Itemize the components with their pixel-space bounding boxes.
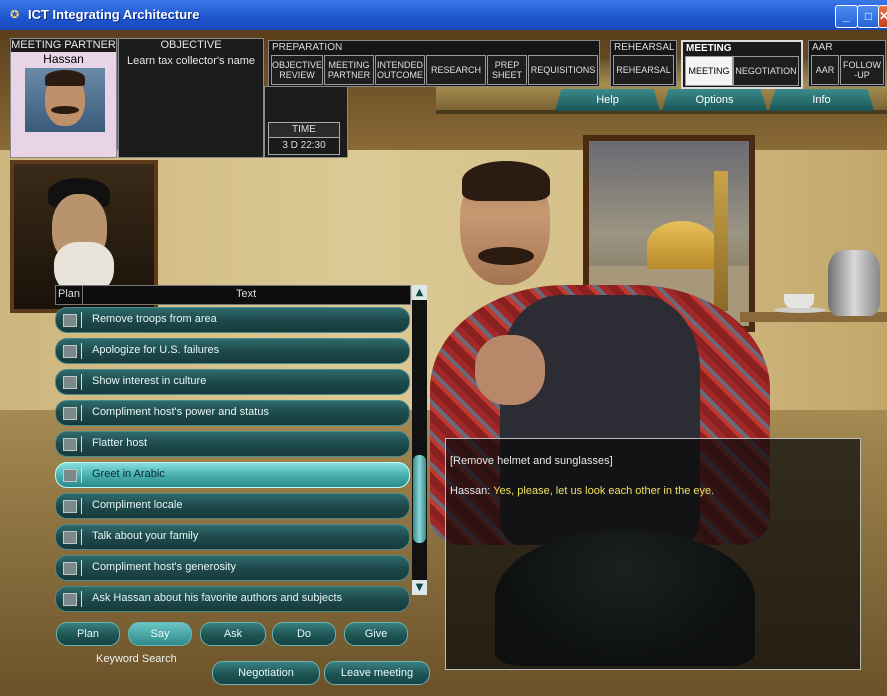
meeting-partner-header: MEETING PARTNER — [11, 39, 116, 52]
nav-rehearsal-header: REHEARSAL — [614, 42, 675, 53]
action-list-item[interactable]: Talk about your family — [55, 524, 410, 550]
meeting-partner-name: Hassan — [11, 52, 116, 66]
scroll-down-icon[interactable]: ▼ — [412, 580, 427, 595]
objective-header: OBJECTIVE — [160, 39, 222, 51]
nav-aar: AAR AAR FOLLOW -UP — [808, 40, 886, 87]
action-list-item[interactable]: Show interest in culture — [55, 369, 410, 395]
dialog-speaker: Hassan: — [450, 485, 491, 497]
give-button[interactable]: Give — [344, 622, 408, 646]
close-button[interactable]: ✕ — [878, 5, 887, 28]
plan-checkbox[interactable] — [63, 314, 77, 327]
nav-preparation: PREPARATION OBJECTIVE REVIEW MEETING PAR… — [268, 40, 600, 87]
action-list-item-label: Show interest in culture — [92, 375, 207, 387]
row-divider — [81, 374, 82, 390]
do-button[interactable]: Do — [272, 622, 336, 646]
row-divider — [81, 343, 82, 359]
scroll-thumb[interactable] — [413, 455, 426, 543]
action-list-item[interactable]: Compliment host's power and status — [55, 400, 410, 426]
row-divider — [81, 560, 82, 576]
nav-meeting-button[interactable]: MEETING — [685, 56, 733, 86]
row-divider — [81, 591, 82, 607]
time-header: TIME — [268, 122, 340, 138]
action-list-item-label: Remove troops from area — [92, 313, 217, 325]
nav-requisitions[interactable]: REQUISITIONS — [528, 55, 598, 85]
nav-objective-review[interactable]: OBJECTIVE REVIEW — [271, 55, 323, 85]
action-list-item-label: Talk about your family — [92, 530, 199, 542]
plan-checkbox[interactable] — [63, 531, 77, 544]
action-list-item-label: Compliment locale — [92, 499, 183, 511]
negotiation-button[interactable]: Negotiation — [212, 661, 320, 685]
leave-meeting-button[interactable]: Leave meeting — [324, 661, 430, 685]
nav-follow-up[interactable]: FOLLOW -UP — [840, 55, 884, 85]
window-title: ICT Integrating Architecture — [28, 7, 200, 22]
row-divider — [81, 312, 82, 328]
action-list-item-label: Ask Hassan about his favorite authors an… — [92, 592, 343, 604]
maximize-button[interactable]: □ — [857, 5, 880, 28]
nav-prep-sheet[interactable]: PREP SHEET — [487, 55, 527, 85]
avatar — [25, 68, 105, 132]
meeting-partner-box: MEETING PARTNER Hassan — [10, 38, 117, 158]
tab-info[interactable]: Info — [769, 89, 874, 111]
column-text: Text — [236, 288, 257, 300]
nav-rehearsal: REHEARSAL REHEARSAL — [610, 40, 677, 87]
ask-button[interactable]: Ask — [200, 622, 266, 646]
action-list-header: Plan Text — [55, 285, 411, 305]
nav-research[interactable]: RESEARCH — [426, 55, 486, 85]
nav-meeting-partner[interactable]: MEETING PARTNER — [324, 55, 374, 85]
nav-meeting-header: MEETING — [686, 43, 732, 54]
plan-checkbox[interactable] — [63, 593, 77, 606]
nav-negotiation[interactable]: NEGOTIATION — [733, 56, 799, 86]
dialog-speech-line: Hassan: Yes, please, let us look each ot… — [450, 485, 714, 497]
row-divider — [81, 529, 82, 545]
objective-box: OBJECTIVE Learn tax collector's name — [118, 38, 264, 158]
plan-checkbox[interactable] — [63, 438, 77, 451]
action-list-item[interactable]: Compliment locale — [55, 493, 410, 519]
nav-meeting: MEETING MEETING NEGOTIATION — [681, 40, 803, 89]
action-list-item[interactable]: Compliment host's generosity — [55, 555, 410, 581]
plan-checkbox[interactable] — [63, 407, 77, 420]
plan-checkbox[interactable] — [63, 376, 77, 389]
nav-intended-outcome[interactable]: INTENDED OUTCOME — [375, 55, 425, 85]
plan-checkbox[interactable] — [63, 469, 77, 482]
action-list-item-label: Flatter host — [92, 437, 148, 449]
time-value: 3 D 22:30 — [268, 137, 340, 155]
action-list-item-label: Compliment host's power and status — [92, 406, 269, 418]
nav-aar-header: AAR — [812, 42, 833, 53]
column-plan: Plan — [58, 288, 81, 300]
tab-help[interactable]: Help — [555, 89, 660, 111]
row-divider — [81, 436, 82, 452]
action-list-item[interactable]: Flatter host — [55, 431, 410, 457]
action-list-item[interactable]: Apologize for U.S. failures — [55, 338, 410, 364]
nav-aar-button[interactable]: AAR — [811, 55, 839, 85]
scene-pitcher — [828, 250, 880, 316]
scroll-up-icon[interactable]: ▲ — [412, 285, 427, 300]
row-divider — [81, 498, 82, 514]
action-list-panel: Plan Text Remove troops from area Apologi… — [55, 285, 427, 615]
window-titlebar: ✪ ICT Integrating Architecture _ □ ✕ — [0, 0, 887, 30]
minimize-button[interactable]: _ — [835, 5, 858, 28]
plan-button[interactable]: Plan — [56, 622, 120, 646]
tab-options[interactable]: Options — [662, 89, 767, 111]
action-list-item-label: Apologize for U.S. failures — [92, 344, 220, 356]
action-list-item[interactable]: Greet in Arabic — [55, 462, 410, 488]
objective-text: Learn tax collector's name — [127, 55, 256, 67]
plan-checkbox[interactable] — [63, 500, 77, 513]
nav-rehearsal-button[interactable]: REHEARSAL — [613, 55, 674, 85]
row-divider — [81, 467, 82, 483]
action-list-scrollbar[interactable]: ▲ ▼ — [412, 285, 427, 595]
plan-checkbox[interactable] — [63, 562, 77, 575]
keyword-search-label[interactable]: Keyword Search — [96, 653, 177, 665]
dialog-box: [Remove helmet and sunglasses] Hassan: Y… — [445, 438, 861, 670]
action-list-item-label: Greet in Arabic — [92, 468, 165, 480]
plan-checkbox[interactable] — [63, 345, 77, 358]
dialog-speech: Yes, please, let us look each other in t… — [493, 485, 715, 497]
say-button[interactable]: Say — [128, 622, 192, 646]
action-list-item-label: Compliment host's generosity — [92, 561, 236, 573]
row-divider — [81, 405, 82, 421]
dialog-action-text: [Remove helmet and sunglasses] — [450, 455, 613, 467]
app-icon: ✪ — [10, 9, 20, 21]
action-list-item[interactable]: Ask Hassan about his favorite authors an… — [55, 586, 410, 612]
action-list-item[interactable]: Remove troops from area — [55, 307, 410, 333]
nav-preparation-header: PREPARATION — [272, 42, 343, 53]
